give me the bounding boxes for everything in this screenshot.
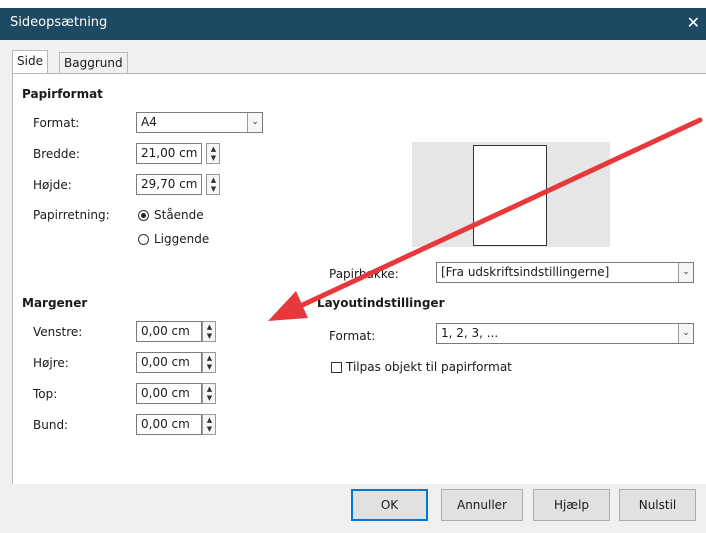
spin-down-icon[interactable]: ▼ [205,363,214,371]
spin-down-icon[interactable]: ▼ [205,332,214,340]
reset-button[interactable]: Nulstil [619,489,696,521]
width-spinner[interactable]: ▲ ▼ [206,143,220,164]
margin-top-label: Top: [33,387,58,401]
tab-side[interactable]: Side [12,50,48,74]
margin-left-label: Venstre: [33,325,83,339]
fit-to-paper-checkbox[interactable] [331,362,342,373]
spin-up-icon[interactable]: ▲ [205,354,214,362]
help-button[interactable]: Hjælp [533,489,610,521]
margin-bottom-label: Bund: [33,418,69,432]
paper-format-select[interactable]: A4 ⌄ [136,112,263,133]
page-setup-dialog: Side Baggrund Papirformat Format: A4 ⌄ B… [0,40,706,533]
margin-bottom-spinner[interactable]: ▲ ▼ [202,414,216,435]
spin-down-icon[interactable]: ▼ [209,185,218,193]
tab-baggrund[interactable]: Baggrund [59,52,128,74]
background-strip [0,0,706,8]
title-bar: Sideopsætning ✕ [0,8,706,40]
ok-button[interactable]: OK [351,489,428,521]
window-title: Sideopsætning [10,15,108,30]
paper-format-heading: Papirformat [22,87,103,101]
portrait-radio[interactable] [138,210,149,221]
margin-left-input[interactable]: 0,00 cm [136,321,202,342]
margin-right-spinner[interactable]: ▲ ▼ [202,352,216,373]
landscape-label[interactable]: Liggende [154,232,209,246]
height-label: Højde: [33,178,72,192]
cancel-button[interactable]: Annuller [441,489,523,521]
fit-to-paper-label[interactable]: Tilpas objekt til papirformat [346,360,512,374]
spin-down-icon[interactable]: ▼ [209,154,218,162]
page-preview [412,142,610,247]
layout-format-label: Format: [329,329,376,343]
close-icon[interactable]: ✕ [687,13,700,32]
chevron-down-icon[interactable]: ⌄ [247,113,262,132]
layout-format-value: 1, 2, 3, ... [441,326,499,340]
width-label: Bredde: [33,147,80,161]
height-spinner[interactable]: ▲ ▼ [206,174,220,195]
spin-up-icon[interactable]: ▲ [209,145,218,153]
margin-left-spinner[interactable]: ▲ ▼ [202,321,216,342]
paper-tray-select[interactable]: [Fra udskriftsindstillingerne] ⌄ [436,262,694,283]
paper-tray-value: [Fra udskriftsindstillingerne] [441,265,610,279]
preview-page [473,145,547,246]
spin-up-icon[interactable]: ▲ [209,176,218,184]
tab-panel-side: Papirformat Format: A4 ⌄ Bredde: 21,00 c… [12,73,706,484]
width-input[interactable]: 21,00 cm [136,143,202,164]
height-input[interactable]: 29,70 cm [136,174,202,195]
layout-format-select[interactable]: 1, 2, 3, ... ⌄ [436,323,694,344]
landscape-radio[interactable] [138,234,149,245]
margin-right-label: Højre: [33,356,69,370]
spin-down-icon[interactable]: ▼ [205,394,214,402]
chevron-down-icon[interactable]: ⌄ [678,324,693,343]
spin-down-icon[interactable]: ▼ [205,425,214,433]
format-label: Format: [33,116,80,130]
spin-up-icon[interactable]: ▲ [205,385,214,393]
margin-right-input[interactable]: 0,00 cm [136,352,202,373]
chevron-down-icon[interactable]: ⌄ [678,263,693,282]
portrait-label[interactable]: Stående [154,208,204,222]
spin-up-icon[interactable]: ▲ [205,323,214,331]
margins-heading: Margener [22,296,88,310]
margin-bottom-input[interactable]: 0,00 cm [136,414,202,435]
paper-format-value: A4 [141,115,157,129]
margin-top-input[interactable]: 0,00 cm [136,383,202,404]
paper-tray-label: Papirbakke: [329,267,399,281]
layout-settings-heading: Layoutindstillinger [317,296,445,310]
margin-top-spinner[interactable]: ▲ ▼ [202,383,216,404]
orientation-label: Papirretning: [33,208,110,222]
spin-up-icon[interactable]: ▲ [205,416,214,424]
